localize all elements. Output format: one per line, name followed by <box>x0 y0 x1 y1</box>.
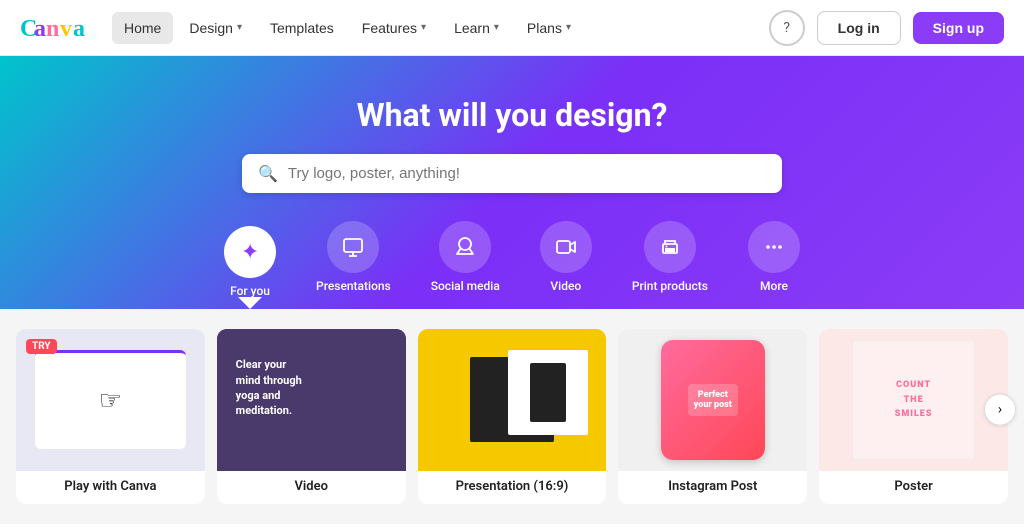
card-thumbnail <box>418 329 607 471</box>
card-label: Instagram Post <box>618 471 807 504</box>
print-products-icon <box>644 221 696 273</box>
svg-text:a: a <box>34 16 46 42</box>
search-bar: 🔍 <box>242 154 782 193</box>
signup-button[interactable]: Sign up <box>913 12 1004 44</box>
card-text: Clear yourmind throughyoga andmeditation… <box>236 357 302 419</box>
hero-title: What will you design? <box>357 96 668 134</box>
card-poster[interactable]: COUNTTHESMILES Poster <box>819 329 1008 504</box>
svg-text:n: n <box>46 16 59 42</box>
card-presentation[interactable]: Presentation (16:9) <box>418 329 607 504</box>
card-label: Poster <box>819 471 1008 504</box>
category-label: Social media <box>431 279 500 293</box>
category-social-media[interactable]: Social media <box>421 221 510 309</box>
card-thumbnail: COUNTTHESMILES <box>819 329 1008 471</box>
category-video[interactable]: Video <box>530 221 602 309</box>
hero-section: What will you design? 🔍 ✦ For you Presen… <box>0 56 1024 309</box>
card-label: Video <box>217 471 406 504</box>
category-label: For you <box>230 284 270 298</box>
video-icon <box>540 221 592 273</box>
chevron-down-icon: ▾ <box>421 22 426 33</box>
svg-text:v: v <box>60 16 72 42</box>
more-icon <box>748 221 800 273</box>
search-input[interactable] <box>288 165 766 182</box>
for-you-icon: ✦ <box>224 226 276 278</box>
canva-logo[interactable]: C a n v a <box>20 14 92 42</box>
category-tabs: ✦ For you Presentations <box>214 221 810 309</box>
category-label: More <box>760 279 788 293</box>
card-label: Presentation (16:9) <box>418 471 607 504</box>
navbar: C a n v a Home Design ▾ Templates Featur… <box>0 0 1024 56</box>
presentations-icon <box>327 221 379 273</box>
svg-text:a: a <box>73 16 85 42</box>
nav-templates[interactable]: Templates <box>258 12 346 44</box>
nav-design[interactable]: Design ▾ <box>177 12 254 44</box>
help-button[interactable]: ? <box>769 10 805 46</box>
nav-plans[interactable]: Plans ▾ <box>515 12 583 44</box>
card-video[interactable]: Clear yourmind throughyoga andmeditation… <box>217 329 406 504</box>
category-more[interactable]: More <box>738 221 810 309</box>
chevron-down-icon: ▾ <box>237 22 242 33</box>
category-label: Presentations <box>316 279 391 293</box>
category-for-you[interactable]: ✦ For you <box>214 226 286 309</box>
nav-home[interactable]: Home <box>112 12 173 44</box>
search-icon: 🔍 <box>258 164 278 183</box>
category-label: Video <box>550 279 581 293</box>
card-play-canva[interactable]: TRY ☞ Play with Canva <box>16 329 205 504</box>
chevron-down-icon: ▾ <box>566 22 571 33</box>
try-badge: TRY <box>26 339 57 354</box>
category-print-products[interactable]: Print products <box>622 221 718 309</box>
category-label: Print products <box>632 279 708 293</box>
nav-features[interactable]: Features ▾ <box>350 12 438 44</box>
chevron-down-icon: ▾ <box>494 22 499 33</box>
social-media-icon <box>439 221 491 273</box>
nav-learn[interactable]: Learn ▾ <box>442 12 511 44</box>
card-instagram-post[interactable]: Perfectyour post Instagram Post <box>618 329 807 504</box>
poster-graphic: COUNTTHESMILES <box>852 340 975 460</box>
category-presentations[interactable]: Presentations <box>306 221 401 309</box>
next-arrow-button[interactable]: › <box>984 394 1016 426</box>
card-label: Play with Canva <box>16 471 205 504</box>
card-thumbnail: Clear yourmind throughyoga andmeditation… <box>217 329 406 471</box>
login-button[interactable]: Log in <box>817 11 901 45</box>
card-inner-graphic: ☞ <box>35 350 186 449</box>
card-thumbnail: TRY ☞ <box>16 329 205 471</box>
active-indicator <box>238 298 262 309</box>
card-thumbnail: Perfectyour post <box>618 329 807 471</box>
cards-section: TRY ☞ Play with Canva Clear yourmind thr… <box>0 309 1024 524</box>
